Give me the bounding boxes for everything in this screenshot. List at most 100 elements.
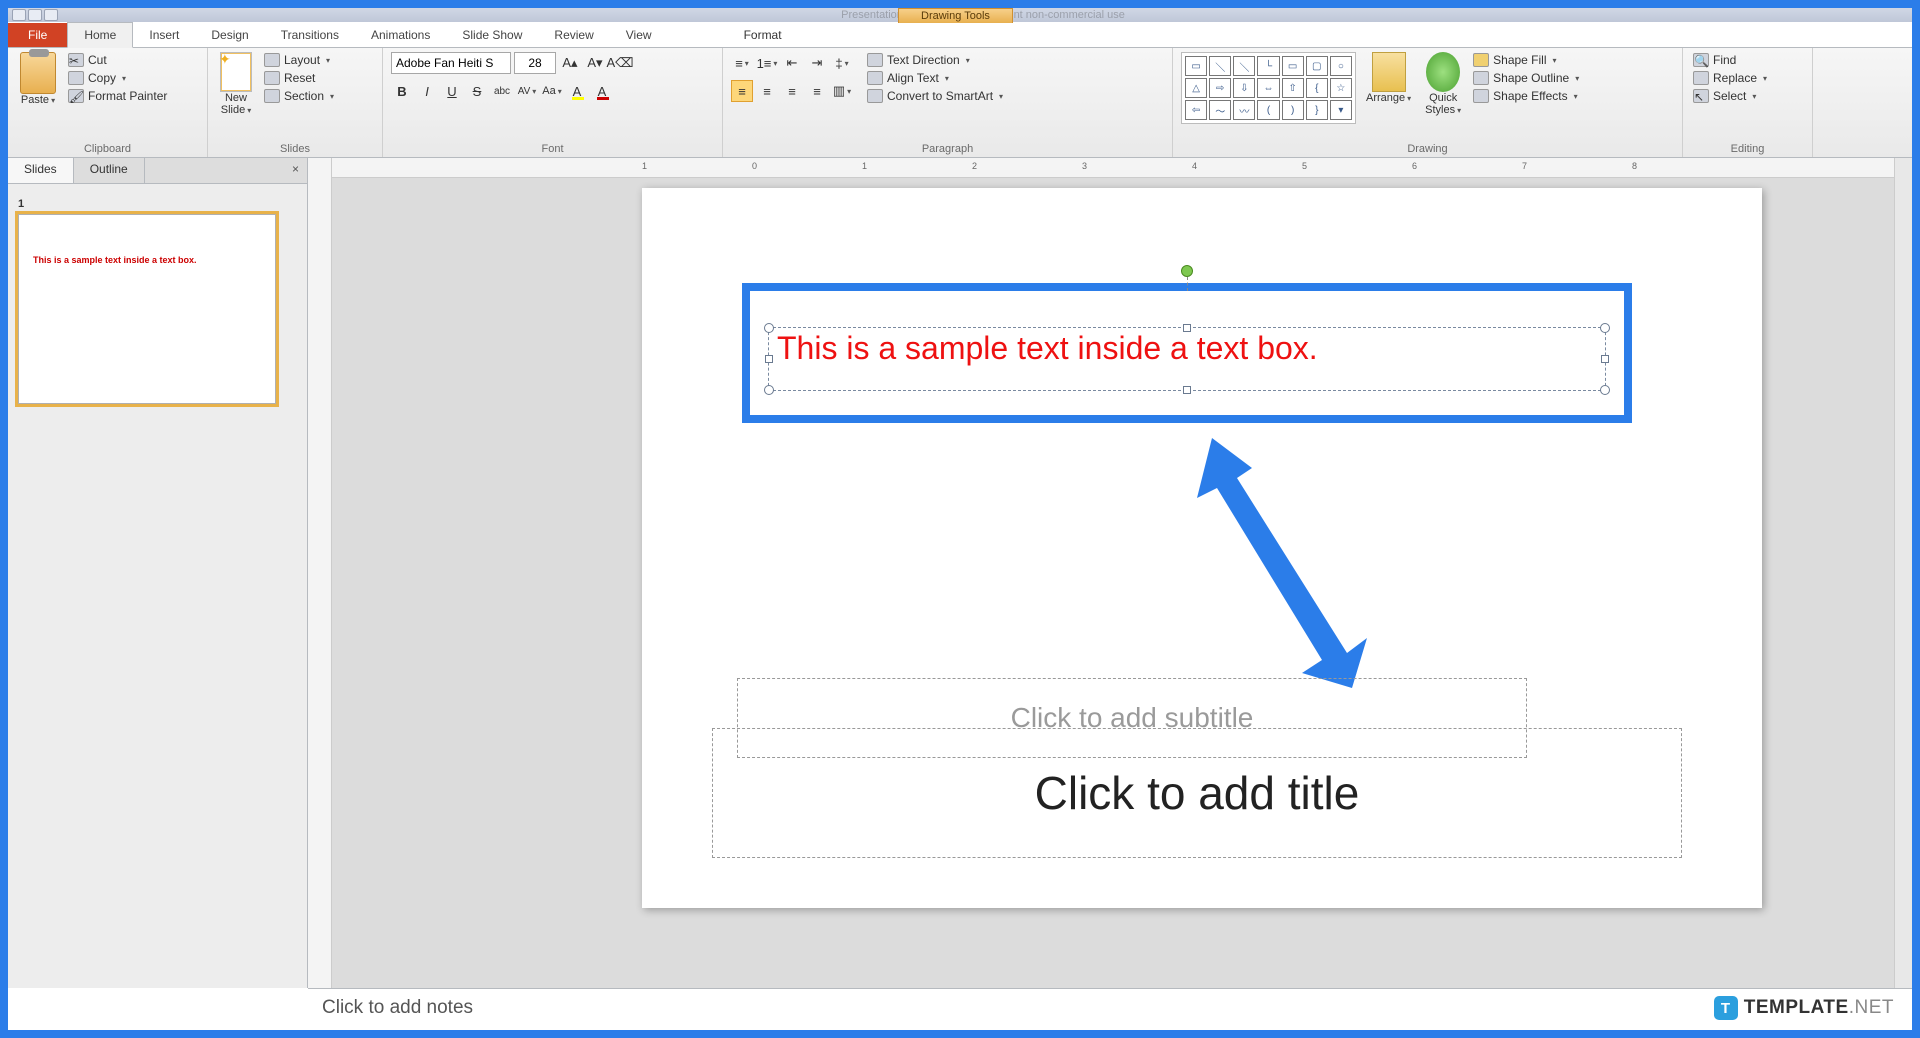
- font-color-button[interactable]: A: [591, 80, 613, 102]
- shape-textbox-icon[interactable]: ▭: [1185, 56, 1207, 76]
- rotation-handle[interactable]: [1181, 265, 1193, 277]
- align-text-button[interactable]: Align Text: [865, 70, 1005, 86]
- shape-effects-button[interactable]: Shape Effects: [1471, 88, 1581, 104]
- cut-button[interactable]: ✂Cut: [66, 52, 169, 68]
- shape-curve-icon[interactable]: ～: [1209, 100, 1231, 120]
- shape-triangle-icon[interactable]: △: [1185, 78, 1207, 98]
- line-spacing-button[interactable]: ‡: [831, 52, 853, 74]
- highlight-button[interactable]: A: [566, 80, 588, 102]
- shape-arrow-d-icon[interactable]: ⇩: [1233, 78, 1255, 98]
- increase-indent-button[interactable]: ⇥: [806, 52, 828, 74]
- shape-arrow-l-icon[interactable]: ⇦: [1185, 100, 1207, 120]
- tab-transitions[interactable]: Transitions: [265, 23, 355, 47]
- handle-e[interactable]: [1601, 355, 1609, 363]
- clear-formatting-button[interactable]: A⌫: [609, 52, 631, 74]
- select-button[interactable]: ↖Select: [1691, 88, 1769, 104]
- strike-button[interactable]: S: [466, 80, 488, 102]
- copy-button[interactable]: Copy: [66, 70, 169, 86]
- handle-se[interactable]: [1600, 385, 1610, 395]
- shape-brace2-icon[interactable]: }: [1306, 100, 1328, 120]
- shape-bracket2-icon[interactable]: ): [1282, 100, 1304, 120]
- font-size-select[interactable]: [514, 52, 556, 74]
- shape-arrow-lr-icon[interactable]: ⇔: [1257, 78, 1279, 98]
- tab-view[interactable]: View: [610, 23, 668, 47]
- convert-smartart-button[interactable]: Convert to SmartArt: [865, 88, 1005, 104]
- decrease-indent-button[interactable]: ⇤: [781, 52, 803, 74]
- shape-brace-icon[interactable]: {: [1306, 78, 1328, 98]
- slide-thumbnail[interactable]: This is a sample text inside a text box.: [18, 214, 276, 404]
- shape-line-icon[interactable]: ＼: [1209, 56, 1231, 76]
- textbox-selection[interactable]: This is a sample text inside a text box.: [768, 327, 1606, 391]
- pane-tab-slides[interactable]: Slides: [8, 158, 74, 183]
- qat-save-icon[interactable]: [12, 9, 26, 21]
- shape-fill-button[interactable]: Shape Fill: [1471, 52, 1581, 68]
- handle-sw[interactable]: [764, 385, 774, 395]
- handle-nw[interactable]: [764, 323, 774, 333]
- tab-animations[interactable]: Animations: [355, 23, 446, 47]
- columns-button[interactable]: ▥: [831, 80, 853, 102]
- handle-ne[interactable]: [1600, 323, 1610, 333]
- shape-bracket-icon[interactable]: (: [1257, 100, 1279, 120]
- paste-button[interactable]: Paste: [16, 52, 60, 106]
- shape-line2-icon[interactable]: ＼: [1233, 56, 1255, 76]
- clipboard-group-label: Clipboard: [16, 143, 199, 157]
- shapes-gallery[interactable]: ▭＼＼└▭▢○ △⇨⇩⇔⇧{☆ ⇦～〰()}▾: [1181, 52, 1356, 124]
- pane-tab-outline[interactable]: Outline: [74, 158, 145, 183]
- align-center-button[interactable]: ≡: [756, 80, 778, 102]
- handle-n[interactable]: [1183, 324, 1191, 332]
- align-right-button[interactable]: ≡: [781, 80, 803, 102]
- title-placeholder[interactable]: Click to add title: [712, 728, 1682, 858]
- shrink-font-button[interactable]: A▾: [584, 52, 606, 74]
- change-case-button[interactable]: Aa: [541, 80, 563, 102]
- pane-close-icon[interactable]: ×: [284, 158, 307, 183]
- qat-redo-icon[interactable]: [44, 9, 58, 21]
- tab-format[interactable]: Format: [728, 23, 798, 47]
- arrange-button[interactable]: Arrange: [1362, 52, 1415, 104]
- shadow-button[interactable]: abc: [491, 80, 513, 102]
- find-button[interactable]: 🔍Find: [1691, 52, 1769, 68]
- notes-pane[interactable]: Click to add notes: [308, 988, 1912, 1030]
- new-slide-button[interactable]: New Slide: [216, 52, 256, 116]
- tab-design[interactable]: Design: [195, 23, 264, 47]
- scissors-icon: ✂: [68, 53, 84, 67]
- shape-oval-icon[interactable]: ○: [1330, 56, 1352, 76]
- italic-button[interactable]: I: [416, 80, 438, 102]
- shape-arrow-r-icon[interactable]: ⇨: [1209, 78, 1231, 98]
- shape-rect-icon[interactable]: ▭: [1282, 56, 1304, 76]
- tab-file[interactable]: File: [8, 23, 67, 47]
- bullets-button[interactable]: ≡: [731, 52, 753, 74]
- tab-review[interactable]: Review: [538, 23, 609, 47]
- char-spacing-button[interactable]: AV: [516, 80, 538, 102]
- handle-w[interactable]: [765, 355, 773, 363]
- justify-button[interactable]: ≡: [806, 80, 828, 102]
- slide-canvas[interactable]: This is a sample text inside a text box.…: [642, 188, 1762, 908]
- tab-slideshow[interactable]: Slide Show: [446, 23, 538, 47]
- shape-outline-button[interactable]: Shape Outline: [1471, 70, 1581, 86]
- section-button[interactable]: Section: [262, 88, 336, 104]
- shape-wave-icon[interactable]: 〰: [1233, 100, 1255, 120]
- handle-s[interactable]: [1183, 386, 1191, 394]
- align-left-button[interactable]: ≡: [731, 80, 753, 102]
- bold-button[interactable]: B: [391, 80, 413, 102]
- shape-arrow-u-icon[interactable]: ⇧: [1282, 78, 1304, 98]
- tab-insert[interactable]: Insert: [133, 23, 195, 47]
- shape-star-icon[interactable]: ☆: [1330, 78, 1352, 98]
- format-painter-button[interactable]: 🖌Format Painter: [66, 88, 169, 104]
- grow-font-button[interactable]: A▴: [559, 52, 581, 74]
- layout-button[interactable]: Layout: [262, 52, 336, 68]
- shape-connector-icon[interactable]: └: [1257, 56, 1279, 76]
- text-direction-button[interactable]: Text Direction: [865, 52, 1005, 68]
- qat-undo-icon[interactable]: [28, 9, 42, 21]
- font-name-select[interactable]: [391, 52, 511, 74]
- tab-home[interactable]: Home: [67, 22, 133, 48]
- textbox-content[interactable]: This is a sample text inside a text box.: [769, 328, 1605, 369]
- brush-icon: 🖌: [68, 89, 84, 103]
- numbering-button[interactable]: 1≡: [756, 52, 778, 74]
- underline-button[interactable]: U: [441, 80, 463, 102]
- shape-roundrect-icon[interactable]: ▢: [1306, 56, 1328, 76]
- vertical-scrollbar[interactable]: [1894, 158, 1912, 988]
- reset-button[interactable]: Reset: [262, 70, 336, 86]
- shape-more-icon[interactable]: ▾: [1330, 100, 1352, 120]
- replace-button[interactable]: Replace: [1691, 70, 1769, 86]
- quick-styles-button[interactable]: Quick Styles: [1421, 52, 1465, 116]
